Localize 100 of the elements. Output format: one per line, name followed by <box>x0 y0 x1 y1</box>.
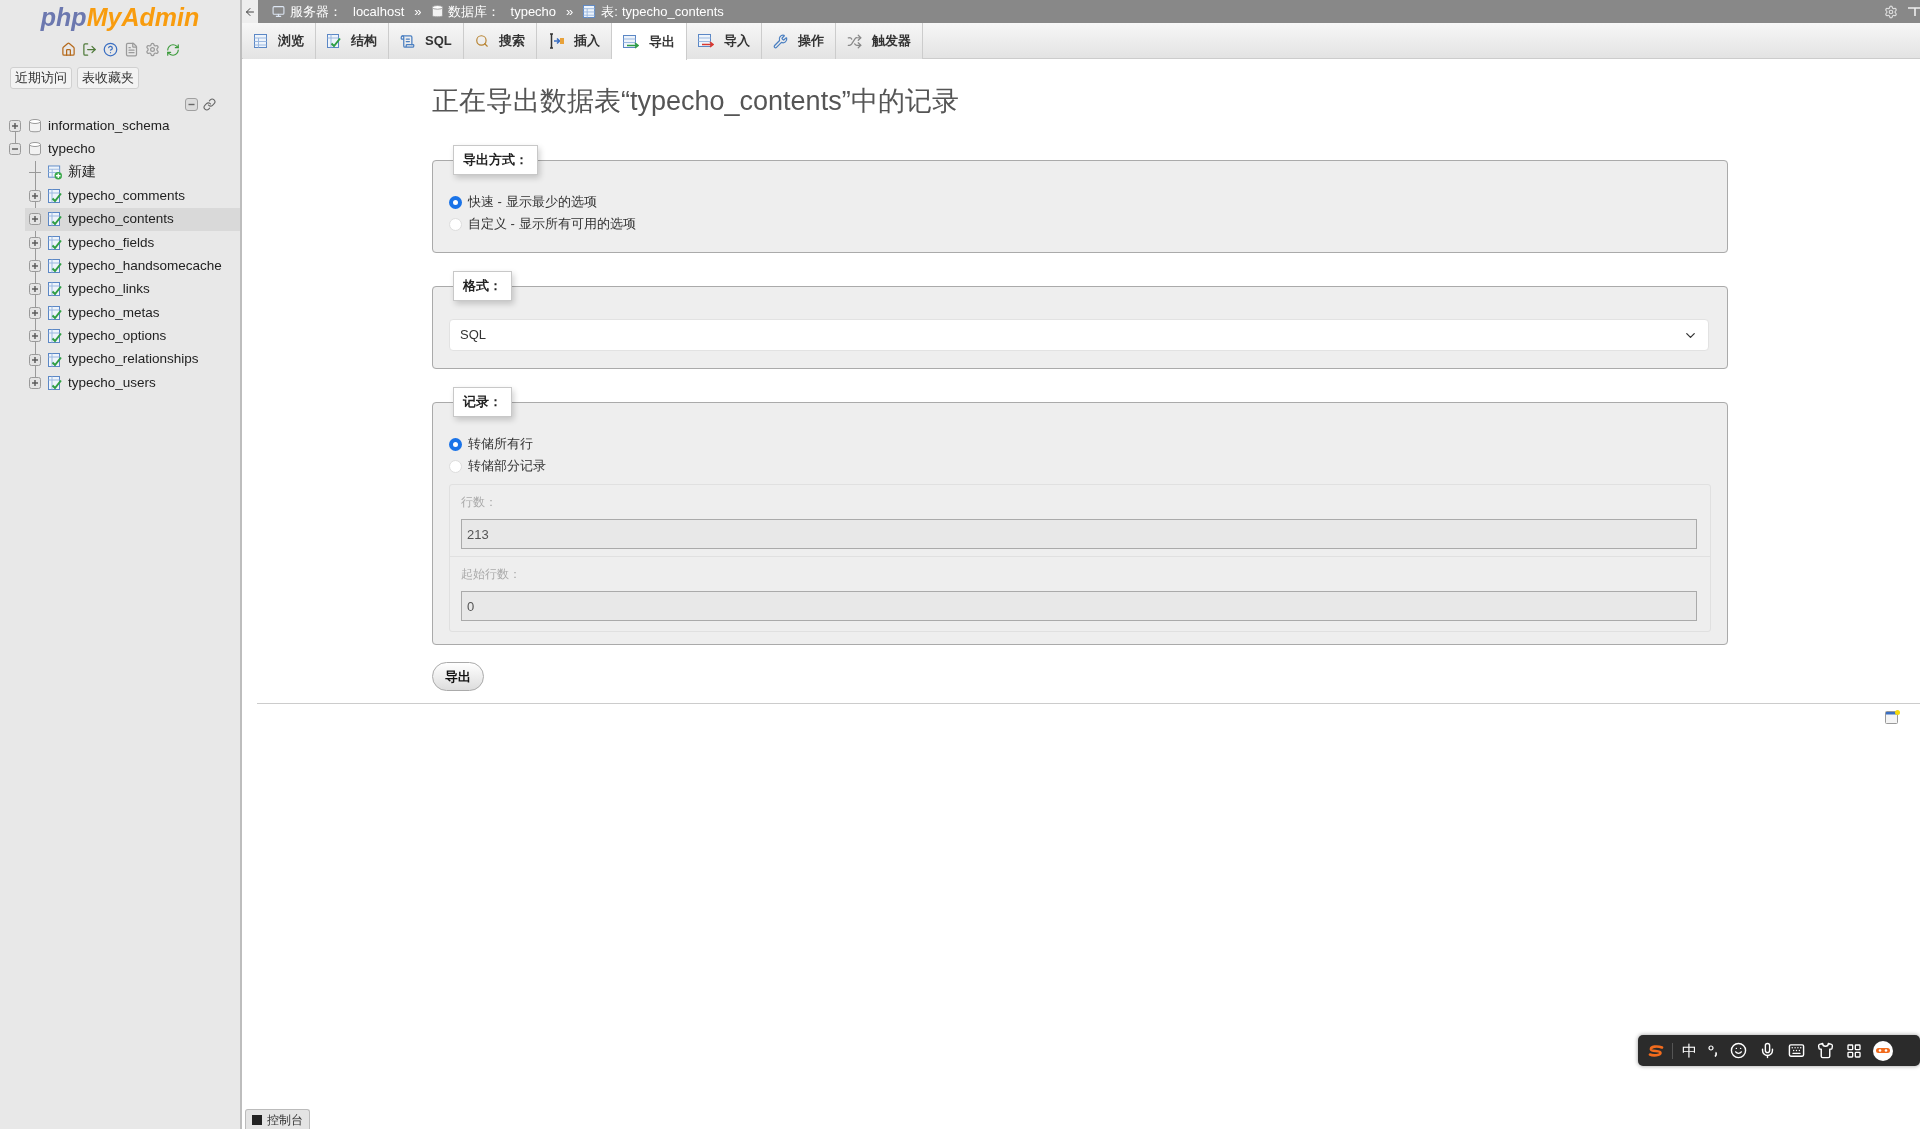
sidebar-button[interactable]: 表收藏夹 <box>77 67 139 89</box>
tree-link[interactable]: typecho_metas <box>68 302 160 323</box>
tree-link[interactable]: typecho_users <box>68 372 156 394</box>
grid-icon[interactable] <box>1846 1042 1862 1059</box>
tab[interactable]: 触发器 <box>835 23 923 59</box>
arrow-left-icon <box>244 5 256 18</box>
database-icon <box>431 5 443 18</box>
export-button[interactable]: 导出 <box>432 662 484 691</box>
tree-link[interactable]: 新建 <box>68 162 96 183</box>
plus-square-icon[interactable] <box>29 377 41 389</box>
table-check-icon <box>48 212 62 227</box>
tree-row[interactable]: typecho_comments <box>25 184 240 208</box>
table-icon <box>583 5 597 18</box>
smile-icon[interactable] <box>1730 1042 1747 1059</box>
wrench-icon <box>772 33 788 49</box>
breadcrumb-link[interactable]: 表: typecho_contents <box>583 1 724 22</box>
table-check-icon <box>48 352 62 367</box>
tree-row[interactable]: typecho_users <box>25 371 240 395</box>
punctuation-icon[interactable] <box>1708 1044 1718 1057</box>
arrow-bar-icon <box>547 33 564 49</box>
tree-link[interactable]: information_schema <box>48 115 170 136</box>
tab[interactable]: 操作 <box>761 23 836 59</box>
scroll-icon <box>400 33 415 49</box>
tab[interactable]: 导入 <box>686 23 762 59</box>
tab[interactable]: 导出 <box>611 23 687 60</box>
tree-row[interactable]: typecho_metas <box>25 301 240 325</box>
square-icon <box>252 1114 262 1125</box>
radio-label: 转储部分记录 <box>468 457 546 476</box>
search-icon <box>474 34 489 48</box>
breadcrumb-separator: » <box>566 2 574 21</box>
tree-link[interactable]: typecho <box>48 138 96 160</box>
database-icon <box>29 118 41 133</box>
table-check-icon <box>48 188 62 203</box>
reload-icon[interactable] <box>165 42 180 57</box>
tree-row[interactable]: typecho_links <box>25 277 240 302</box>
home-icon[interactable] <box>60 42 76 57</box>
tree-link[interactable]: typecho_handsomecache <box>68 255 222 277</box>
plus-square-icon[interactable] <box>29 213 41 226</box>
table-check-icon <box>48 305 62 320</box>
tab[interactable]: 浏览 <box>243 23 316 59</box>
keyboard-icon[interactable] <box>1788 1042 1805 1059</box>
shuffle-icon <box>846 33 862 49</box>
tab[interactable]: SQL <box>389 23 464 59</box>
field-label: 起始行数： <box>461 566 522 583</box>
tree-row[interactable]: typecho <box>5 137 240 161</box>
back-button[interactable] <box>242 0 258 23</box>
tree-row[interactable]: typecho_fields <box>25 230 240 255</box>
plus-square-icon[interactable] <box>29 353 41 366</box>
radio-button[interactable] <box>449 195 462 209</box>
breadcrumb-link[interactable]: 服务器： localhost <box>272 1 405 22</box>
door-exit-icon[interactable] <box>81 42 97 57</box>
plus-square-icon[interactable] <box>9 119 21 132</box>
breadcrumb-link[interactable]: 数据库： typecho <box>431 1 557 22</box>
tab[interactable]: 插入 <box>536 23 612 59</box>
input-mode-button[interactable]: 中 <box>1682 1041 1697 1060</box>
plus-square-icon[interactable] <box>29 283 41 296</box>
tree-row[interactable]: typecho_handsomecache <box>25 254 240 278</box>
radio-button[interactable] <box>449 437 462 451</box>
tree-link[interactable]: typecho_options <box>68 326 167 347</box>
plus-square-icon[interactable] <box>29 189 41 202</box>
tree-link[interactable]: typecho_fields <box>68 232 155 253</box>
field-label: 行数： <box>461 494 498 511</box>
tree-link[interactable]: typecho_comments <box>68 185 186 206</box>
table-icon <box>254 34 268 48</box>
breadcrumb-separator: » <box>414 2 422 21</box>
format-select[interactable]: SQL <box>449 319 1709 351</box>
minus-square-icon[interactable] <box>185 97 198 111</box>
tree-link[interactable]: typecho_links <box>68 279 150 300</box>
plus-square-icon[interactable] <box>29 236 41 249</box>
tree-link[interactable]: typecho_relationships <box>68 349 199 370</box>
microphone-icon[interactable] <box>1759 1042 1776 1059</box>
help-icon[interactable] <box>102 42 118 57</box>
logo-icon[interactable] <box>1648 1044 1664 1057</box>
shirt-icon[interactable] <box>1817 1042 1834 1059</box>
t-shape-icon[interactable] <box>1908 6 1920 17</box>
mascot-icon[interactable] <box>1873 1040 1893 1061</box>
tree-link[interactable]: typecho_contents <box>68 209 174 230</box>
window-icon[interactable] <box>1885 710 1900 724</box>
link-icon[interactable] <box>203 97 216 111</box>
table-check-icon <box>48 282 62 297</box>
console-tab[interactable]: 控制台 <box>245 1109 310 1129</box>
sidebar-button[interactable]: 近期访问 <box>10 67 72 89</box>
tree-row[interactable]: typecho_options <box>25 324 240 348</box>
minus-square-icon[interactable] <box>9 143 21 156</box>
page-title: 正在导出数据表“typecho_contents”中的记录 <box>432 85 960 118</box>
tree-row[interactable]: 新建 <box>25 160 240 185</box>
table-check-icon <box>48 259 62 274</box>
tab[interactable]: 搜索 <box>463 23 537 59</box>
plus-square-icon[interactable] <box>29 260 41 273</box>
tab[interactable]: 结构 <box>316 23 389 59</box>
tree-row[interactable]: typecho_relationships <box>25 347 240 372</box>
radio-label: 转储所有行 <box>468 435 533 454</box>
tree-row[interactable]: information_schema <box>5 114 240 138</box>
plus-square-icon[interactable] <box>29 330 41 343</box>
table-check-icon <box>48 376 62 390</box>
table-check-icon <box>48 329 62 344</box>
radio-label: 快速 - 显示最少的选项 <box>468 193 597 212</box>
tree-row[interactable]: typecho_contents <box>25 207 240 231</box>
table-check-icon <box>327 34 341 48</box>
plus-square-icon[interactable] <box>29 306 41 319</box>
